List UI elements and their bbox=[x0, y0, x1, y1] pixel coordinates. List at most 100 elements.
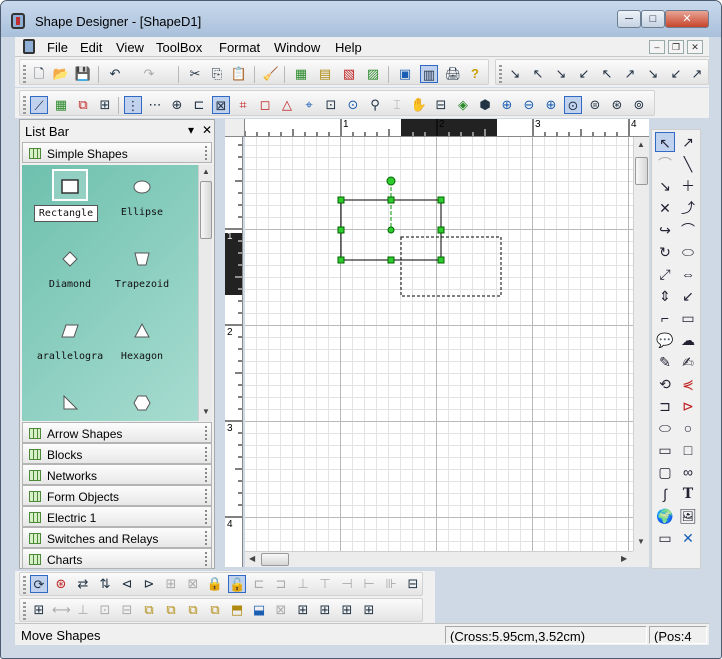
snap-grid-icon[interactable]: ⊞ bbox=[294, 601, 312, 619]
same-height-icon[interactable]: ⊥ bbox=[74, 601, 92, 619]
same-size-icon[interactable]: ⊡ bbox=[96, 601, 114, 619]
spiral-icon[interactable]: ↻ bbox=[655, 242, 675, 262]
rectangle-tool-icon[interactable]: ▭ bbox=[655, 440, 675, 460]
connector-2-icon[interactable]: ↖ bbox=[529, 65, 547, 83]
picture-icon[interactable]: 🖼 bbox=[678, 506, 698, 526]
category-networks[interactable]: Networks bbox=[22, 464, 212, 485]
snap-to-shape-icon[interactable]: ⊠ bbox=[212, 96, 230, 114]
line-color-icon[interactable]: ⬓ bbox=[250, 601, 268, 619]
brush-icon[interactable]: ✍ bbox=[678, 352, 698, 372]
target-icon[interactable]: ⊙ bbox=[344, 96, 362, 114]
angle-dimension-icon[interactable]: ↙ bbox=[678, 286, 698, 306]
send-back-icon[interactable]: ⧉ bbox=[162, 601, 180, 619]
mirror-right-icon[interactable]: ⊳ bbox=[140, 575, 158, 593]
toolbar-grip[interactable] bbox=[23, 602, 26, 620]
maximize-button[interactable]: □ bbox=[641, 10, 665, 28]
fit-page-icon[interactable]: ▣ bbox=[396, 65, 414, 83]
distribute-icon[interactable]: ⊪ bbox=[382, 575, 400, 593]
bring-front-icon[interactable]: ⧉ bbox=[140, 601, 158, 619]
lasso-icon[interactable]: ⟲ bbox=[655, 374, 675, 394]
open-icon[interactable]: 📂 bbox=[52, 65, 70, 83]
category-charts[interactable]: Charts bbox=[22, 548, 212, 569]
mdi-restore-button[interactable]: ❐ bbox=[668, 40, 684, 54]
layers-icon[interactable]: ◈ bbox=[454, 96, 472, 114]
draw-mode-icon[interactable]: ⟋ bbox=[30, 96, 48, 114]
zoom-actual-icon[interactable]: ⊚ bbox=[630, 96, 648, 114]
menu-help[interactable]: Help bbox=[335, 40, 362, 55]
flip-horizontal-icon[interactable]: ⇄ bbox=[74, 575, 92, 593]
chevron-icon[interactable]: ⊳ bbox=[678, 396, 698, 416]
scroll-up-icon[interactable]: ▲ bbox=[637, 140, 645, 149]
clear-icon[interactable]: 🧹 bbox=[262, 65, 280, 83]
snap-icon[interactable]: ⊕ bbox=[168, 96, 186, 114]
align-center-icon[interactable]: ⊣ bbox=[338, 575, 356, 593]
zoom-in-icon[interactable]: ⊕ bbox=[498, 96, 516, 114]
close-button[interactable]: ✕ bbox=[665, 10, 709, 28]
mirror-left-icon[interactable]: ⊲ bbox=[118, 575, 136, 593]
shape-ellipse[interactable]: Ellipse bbox=[102, 169, 182, 233]
circle-tool-icon[interactable]: ○ bbox=[678, 418, 698, 438]
shape-diamond[interactable]: Diamond bbox=[30, 241, 110, 305]
rounded-rect-icon[interactable]: ▢ bbox=[655, 462, 675, 482]
same-width-icon[interactable]: ⟷ bbox=[52, 601, 71, 619]
document-icon[interactable] bbox=[23, 39, 35, 54]
toolbar-grip[interactable] bbox=[23, 65, 26, 83]
cut-icon[interactable]: ✂ bbox=[186, 65, 204, 83]
undo-icon[interactable]: ↶ bbox=[106, 65, 124, 83]
ungroup-shapes-icon[interactable]: ⊠ bbox=[184, 575, 202, 593]
ruler-corner[interactable] bbox=[225, 119, 245, 137]
send-backward-icon[interactable]: ⧉ bbox=[206, 601, 224, 619]
square-tool-icon[interactable]: □ bbox=[678, 440, 698, 460]
freeform-icon[interactable]: ⌒ bbox=[655, 154, 675, 174]
align-right-icon[interactable]: ⊐ bbox=[272, 575, 290, 593]
grid-icon[interactable]: ⋮ bbox=[124, 96, 142, 114]
toolbar-grip[interactable] bbox=[23, 96, 26, 114]
speech-bubble-icon[interactable]: 💬 bbox=[655, 330, 675, 350]
loop-icon[interactable]: ∞ bbox=[678, 462, 698, 482]
zoom-height-icon[interactable]: ⊛ bbox=[608, 96, 626, 114]
page-layout-icon[interactable]: ▥ bbox=[420, 65, 438, 83]
menu-file[interactable]: File bbox=[47, 40, 68, 55]
ellipse-tool-icon[interactable]: ⬭ bbox=[655, 418, 675, 438]
lock-icon[interactable]: 🔒 bbox=[206, 575, 224, 593]
canvas-horizontal-scrollbar[interactable]: ◀ ▶ bbox=[245, 551, 633, 567]
menu-window[interactable]: Window bbox=[274, 40, 320, 55]
zoom-fit-icon[interactable]: ⊕ bbox=[542, 96, 560, 114]
pen-icon[interactable]: ✎ bbox=[655, 352, 675, 372]
scroll-left-icon[interactable]: ◀ bbox=[249, 554, 255, 563]
list-bar-close-icon[interactable]: ✕ bbox=[202, 123, 212, 137]
group-icon[interactable]: ⧉ bbox=[74, 96, 92, 114]
connector-5-icon[interactable]: ↖ bbox=[598, 65, 616, 83]
rotate-icon[interactable]: ⟳ bbox=[30, 575, 48, 593]
mdi-minimize-button[interactable]: – bbox=[649, 40, 665, 54]
group-shapes-icon[interactable]: ⊞ bbox=[162, 575, 180, 593]
connector-9-icon[interactable]: ↗ bbox=[688, 65, 706, 83]
curve-arrow-icon[interactable]: ↪ bbox=[655, 220, 675, 240]
horizontal-dimension-icon[interactable]: ⇔ bbox=[678, 264, 698, 284]
fill-icon[interactable]: ⬢ bbox=[476, 96, 494, 114]
banner-icon[interactable]: ⊐ bbox=[655, 396, 675, 416]
shape-parallelogram[interactable]: arallelogra bbox=[30, 313, 110, 377]
triangle-tool-icon[interactable]: △ bbox=[278, 96, 296, 114]
arc-icon[interactable]: ⌒ bbox=[678, 220, 698, 240]
space-evenly-icon[interactable]: ⊟ bbox=[118, 601, 136, 619]
shape-trapezoid[interactable]: Trapezoid bbox=[102, 241, 182, 305]
list-bar-menu-icon[interactable]: ▾ bbox=[188, 123, 194, 137]
vertical-dimension-icon[interactable]: ⇕ bbox=[655, 286, 675, 306]
zoom-width-icon[interactable]: ⊜ bbox=[586, 96, 604, 114]
magnifier-icon[interactable]: ⚲ bbox=[366, 96, 384, 114]
redo-icon[interactable]: ↷ bbox=[140, 65, 158, 83]
connector-7-icon[interactable]: ↘ bbox=[644, 65, 662, 83]
guide-vertical-icon[interactable]: ⋯ bbox=[146, 96, 164, 114]
menu-view[interactable]: View bbox=[116, 40, 144, 55]
connector-4-icon[interactable]: ↙ bbox=[575, 65, 593, 83]
line-icon[interactable]: ╲ bbox=[678, 154, 698, 174]
paste-icon[interactable]: 📋 bbox=[230, 65, 248, 83]
connect-pointer-icon[interactable]: ↗ bbox=[678, 132, 698, 152]
properties-icon[interactable]: ⊟ bbox=[432, 96, 450, 114]
scroll-right-icon[interactable]: ▶ bbox=[621, 554, 627, 563]
align-top-icon[interactable]: ⊤ bbox=[316, 575, 334, 593]
vertical-ruler[interactable]: 1 2 3 4 bbox=[225, 137, 243, 567]
window-frame-icon[interactable]: ▭ bbox=[655, 528, 675, 548]
table-props-icon[interactable]: ▨ bbox=[364, 65, 382, 83]
